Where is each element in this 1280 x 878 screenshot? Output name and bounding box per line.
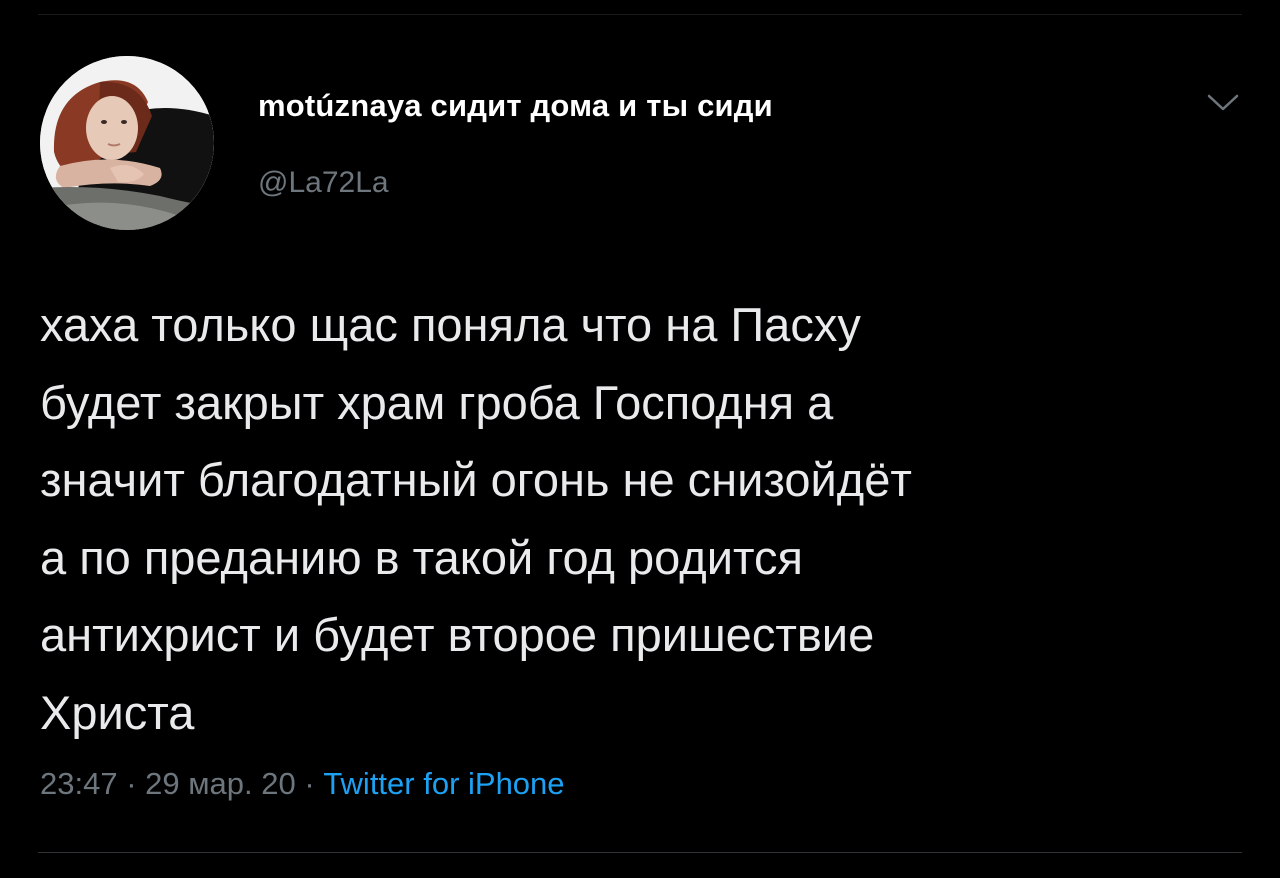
avatar-photo — [40, 56, 214, 230]
author-handle[interactable]: @La72La — [258, 166, 389, 200]
chevron-down-icon[interactable] — [1206, 90, 1240, 116]
meta-separator: · — [295, 766, 324, 801]
top-divider — [38, 14, 1242, 15]
tweet-time[interactable]: 23:47 — [40, 766, 118, 801]
tweet-text-line: антихрист и будет второе пришествие — [40, 608, 875, 661]
tweet-text-line: значит благодатный огонь не снизойдёт — [40, 453, 912, 506]
tweet-text-line: хаха только щас поняла что на Пасху — [40, 298, 861, 351]
tweet-meta: 23:47 · 29 мар. 20 · Twitter for iPhone — [40, 766, 565, 802]
tweet-text-line: Христа — [40, 685, 195, 739]
tweet-text-line: а по преданию в такой год родится — [40, 530, 803, 584]
meta-separator: · — [117, 766, 146, 801]
tweet-text-line: будет закрыт храм гроба Господня а — [40, 375, 834, 429]
author-display-name[interactable]: motúznaya сидит дома и ты сиди — [258, 88, 773, 124]
tweet-date[interactable]: 29 мар. 20 — [145, 766, 296, 801]
bottom-divider — [38, 852, 1242, 853]
tweet-text: хаха только щас поняла что на Пасху буде… — [40, 286, 1250, 751]
avatar[interactable] — [40, 56, 214, 230]
tweet-source-link[interactable]: Twitter for iPhone — [323, 766, 564, 801]
